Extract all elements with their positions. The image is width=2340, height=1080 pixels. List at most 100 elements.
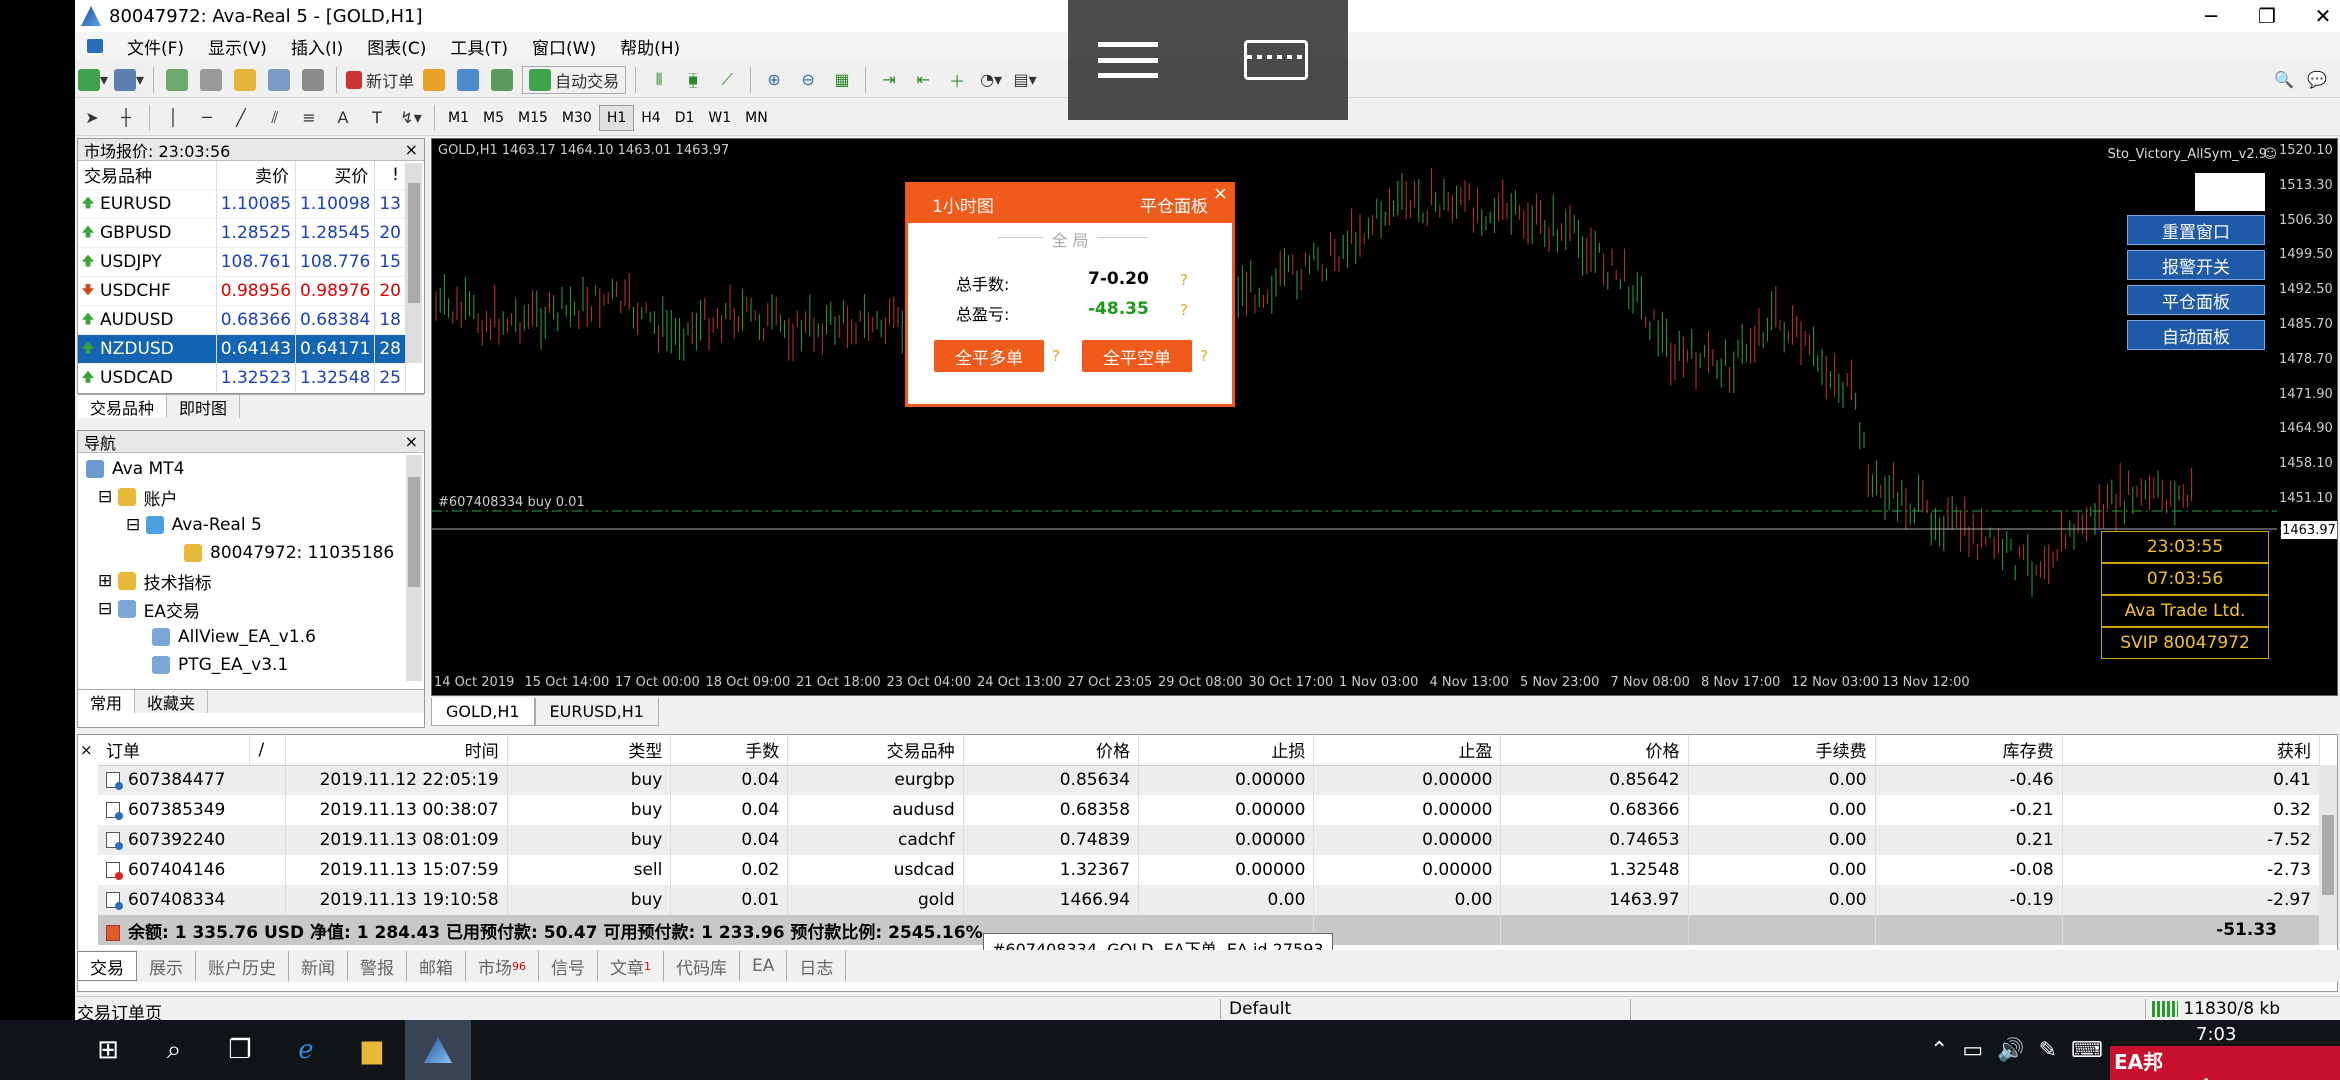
hamburger-menu-icon[interactable] xyxy=(1098,42,1158,78)
tab-eurusd-h1[interactable]: EURUSD,H1 xyxy=(534,698,659,726)
terminal-tab[interactable]: 展示 xyxy=(137,951,196,981)
close-panel-button[interactable]: 平仓面板 xyxy=(2127,285,2265,315)
market-watch-icon[interactable] xyxy=(163,66,191,94)
market-row[interactable]: NZDUSD 0.64143 0.64171 28 xyxy=(78,333,406,363)
terminal-tab[interactable]: 日志 xyxy=(787,951,847,981)
col-header[interactable]: / xyxy=(249,735,286,766)
terminal-tab[interactable]: 市场 96 xyxy=(466,951,539,981)
horizontal-line-icon[interactable]: ─ xyxy=(193,104,221,132)
new-order-button[interactable]: 新订单 xyxy=(346,66,414,94)
text-icon[interactable]: A xyxy=(329,104,357,132)
col-header[interactable]: 价格 xyxy=(1500,735,1689,766)
market-scrollbar[interactable] xyxy=(406,163,422,363)
terminal-tab[interactable]: EA xyxy=(740,951,788,981)
market-row[interactable]: AUDUSD 0.68366 0.68384 18 xyxy=(78,304,406,334)
terminal-tab[interactable]: 新闻 xyxy=(289,951,348,981)
terminal-tab[interactable]: 警报 xyxy=(348,951,407,981)
navigator-scrollbar[interactable] xyxy=(406,455,422,681)
col-header[interactable]: 库存费 xyxy=(1875,735,2063,766)
tf-m5[interactable]: M5 xyxy=(476,105,511,131)
navigator-icon[interactable] xyxy=(231,66,259,94)
signals-icon[interactable] xyxy=(454,66,482,94)
close-all-sell-button[interactable]: 全平空单 xyxy=(1082,340,1192,372)
edge-browser-icon[interactable]: ℯ xyxy=(273,1020,339,1080)
trendline-icon[interactable]: ╱ xyxy=(227,104,255,132)
nav-account-item[interactable]: 80047972: 11035186 xyxy=(86,539,424,567)
periods-icon[interactable]: ◔▾ xyxy=(977,66,1005,94)
order-row[interactable]: 607384477 2019.11.12 22:05:19 buy 0.04 eurgb… xyxy=(98,765,2321,795)
tab-gold-h1[interactable]: GOLD,H1 xyxy=(431,698,535,726)
col-spread[interactable]: ! xyxy=(374,161,406,189)
col-ask[interactable]: 买价 xyxy=(295,161,376,189)
col-header[interactable]: 止盈 xyxy=(1313,735,1502,766)
nav-ea-allview[interactable]: AllView_EA_v1.6 xyxy=(86,623,424,651)
bar-chart-icon[interactable]: ⫴ xyxy=(645,66,673,94)
market-row[interactable]: GBPUSD 1.28525 1.28545 20 xyxy=(78,217,406,247)
candlestick-chart[interactable] xyxy=(432,139,2337,695)
nav-ea-ptg[interactable]: PTG_EA_v3.1 xyxy=(86,651,424,679)
search-icon[interactable]: ⌕ xyxy=(141,1020,207,1080)
meta-editor-icon[interactable] xyxy=(420,66,448,94)
menu-charts[interactable]: 图表(C) xyxy=(355,34,438,59)
col-header[interactable]: 时间 xyxy=(285,735,508,766)
auto-trading-button[interactable]: 自动交易 xyxy=(522,65,627,94)
line-chart-icon[interactable]: ⟋ xyxy=(713,66,741,94)
system-tray-icons[interactable]: ⌃▭🔊✎⌨ xyxy=(1930,1038,2117,1063)
nav-accounts[interactable]: ⊟ 账户 xyxy=(86,483,424,511)
col-header[interactable]: 价格 xyxy=(963,735,1140,766)
gold-h1-chart[interactable]: GOLD,H1 1463.17 1464.10 1463.01 1463.97 … xyxy=(431,138,2338,696)
mt4-taskbar-icon[interactable] xyxy=(405,1020,471,1080)
tf-h1[interactable]: H1 xyxy=(598,104,635,131)
label-icon[interactable]: T xyxy=(363,104,391,132)
new-chart-icon[interactable]: ▾ xyxy=(78,66,108,94)
lots-help-icon[interactable]: ? xyxy=(1180,271,1188,289)
sell-help-icon[interactable]: ? xyxy=(1200,347,1208,365)
indicators-icon[interactable]: ＋ xyxy=(943,66,971,94)
fibonacci-icon[interactable]: ≡ xyxy=(295,104,323,132)
menu-insert[interactable]: 插入(I) xyxy=(279,34,355,59)
tab-common[interactable]: 常用 xyxy=(78,690,136,713)
order-row[interactable]: 607385349 2019.11.13 00:38:07 buy 0.04 audus… xyxy=(98,795,2321,825)
maximize-button[interactable]: ❐ xyxy=(2239,0,2295,32)
autoscroll-icon[interactable]: ⇥ xyxy=(875,66,903,94)
chat-icon[interactable]: 💬 xyxy=(2303,66,2331,94)
alert-toggle-button[interactable]: 报警开关 xyxy=(2127,250,2265,280)
pnl-help-icon[interactable]: ? xyxy=(1180,301,1188,319)
order-row[interactable]: 607404146 2019.11.13 15:07:59 sell 0.02 usdc… xyxy=(98,855,2321,885)
tab-symbols[interactable]: 交易品种 xyxy=(78,395,168,418)
search-icon[interactable]: 🔍 xyxy=(2270,66,2298,94)
crosshair-icon[interactable]: ┼ xyxy=(112,104,140,132)
ea-panel-close-icon[interactable]: × xyxy=(1213,183,1228,204)
col-header[interactable]: 类型 xyxy=(507,735,672,766)
zoom-in-icon[interactable]: ⊕ xyxy=(760,66,788,94)
terminal-tab[interactable]: 交易 xyxy=(77,951,137,981)
order-row[interactable]: 607392240 2019.11.13 08:01:09 buy 0.04 cadch… xyxy=(98,825,2321,855)
col-header[interactable]: 止损 xyxy=(1138,735,1315,766)
col-header[interactable]: 交易品种 xyxy=(787,735,964,766)
windows-start-icon[interactable]: ⊞ xyxy=(75,1020,141,1080)
strategy-tester-icon[interactable] xyxy=(299,66,327,94)
order-row[interactable]: 607408334 2019.11.13 19:10:58 buy 0.01 gold 1… xyxy=(98,885,2321,915)
tf-d1[interactable]: D1 xyxy=(668,105,702,131)
tf-mn[interactable]: MN xyxy=(738,105,775,131)
close-icon[interactable]: × xyxy=(405,432,418,451)
col-header[interactable]: 手数 xyxy=(670,735,789,766)
vertical-line-icon[interactable]: │ xyxy=(159,104,187,132)
zoom-out-icon[interactable]: ⊖ xyxy=(794,66,822,94)
tf-m1[interactable]: M1 xyxy=(441,105,476,131)
menu-view[interactable]: 显示(V) xyxy=(196,34,279,59)
tab-favorites[interactable]: 收藏夹 xyxy=(135,690,209,713)
terminal-tab[interactable]: 账户历史 xyxy=(196,951,289,981)
task-view-icon[interactable]: ❐ xyxy=(207,1020,273,1080)
menu-file[interactable]: 文件(F) xyxy=(115,34,196,59)
market-row[interactable]: USDJPY 108.761 108.776 15 xyxy=(78,246,406,276)
reset-window-button[interactable]: 重置窗口 xyxy=(2127,215,2265,245)
minimize-button[interactable]: ─ xyxy=(2183,0,2239,32)
menu-window[interactable]: 窗口(W) xyxy=(520,34,608,59)
nav-indicators[interactable]: ⊞ 技术指标 xyxy=(86,567,424,595)
vps-icon[interactable] xyxy=(488,66,516,94)
data-window-icon[interactable] xyxy=(197,66,225,94)
terminal-tab[interactable]: 文章 1 xyxy=(598,951,664,981)
tf-w1[interactable]: W1 xyxy=(701,105,738,131)
tf-m30[interactable]: M30 xyxy=(555,105,599,131)
